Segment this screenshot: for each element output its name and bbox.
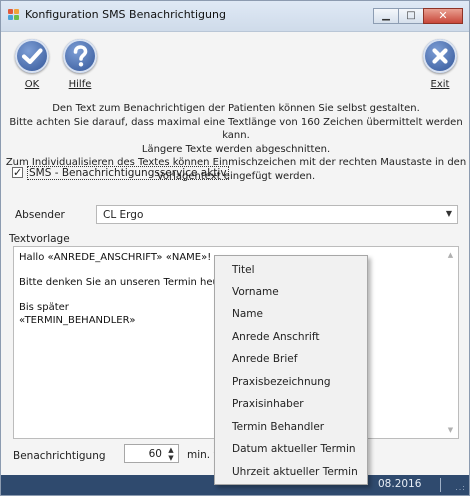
context-menu: Titel Vorname Name Anrede Anschrift Anre… (214, 255, 368, 485)
intro-line: Bitte achten Sie darauf, dass maximal ei… (9, 116, 463, 142)
benachrichtigung-value[interactable]: 60 (149, 448, 162, 460)
spin-arrows-icon[interactable]: ▲ ▼ (166, 446, 176, 462)
close-icon: ✕ (438, 9, 448, 22)
sms-service-checkbox[interactable]: ✓ (12, 167, 23, 178)
status-date: 08.2016 (378, 478, 422, 490)
chevron-down-icon[interactable]: ▼ (446, 209, 452, 218)
config-window: Konfiguration SMS Benachrichtigung ▁ □ ✕… (0, 0, 470, 496)
textvorlage-label: Textvorlage (9, 233, 70, 245)
benachrichtigung-label: Benachrichtigung (13, 450, 106, 462)
minimize-button[interactable]: ▁ (373, 8, 399, 24)
menu-item-termin-behandler[interactable]: Termin Behandler (215, 416, 367, 438)
exit-button[interactable]: Exit (416, 37, 464, 95)
close-window-button[interactable]: ✕ (423, 8, 463, 24)
menu-item-uhrzeit-aktueller-termin[interactable]: Uhrzeit aktueller Termin (215, 461, 367, 483)
minimize-icon: ▁ (382, 10, 390, 21)
toolbar: OK Hilfe Exit (1, 32, 469, 96)
benachrichtigung-stepper[interactable]: 60 ▲ ▼ (124, 444, 179, 463)
help-button[interactable]: Hilfe (56, 37, 104, 95)
ok-button[interactable]: OK (8, 37, 56, 95)
status-divider (440, 478, 441, 492)
menu-item-name[interactable]: Name (215, 303, 367, 325)
window-title: Konfiguration SMS Benachrichtigung (25, 8, 226, 21)
menu-item-anrede-brief[interactable]: Anrede Brief (215, 348, 367, 370)
sms-service-label[interactable]: SMS - Benachrichtigungsservice aktiv (27, 166, 229, 180)
absender-label: Absender (15, 209, 65, 221)
ok-label: OK (24, 79, 40, 90)
textvorlage-scrollbar[interactable]: ▲ ▼ (443, 247, 458, 438)
maximize-icon: □ (406, 10, 416, 21)
menu-item-anrede-anschrift[interactable]: Anrede Anschrift (215, 326, 367, 348)
absender-value: CL Ergo (103, 209, 144, 221)
scroll-down-icon[interactable]: ▼ (443, 426, 458, 434)
title-bar: Konfiguration SMS Benachrichtigung ▁ □ ✕ (1, 1, 469, 32)
menu-item-titel[interactable]: Titel (215, 259, 367, 281)
intro-line: Längere Texte werden abgeschnitten. (141, 143, 331, 155)
intro-line: Den Text zum Benachrichtigen der Patient… (52, 103, 420, 114)
help-label: Hilfe (68, 79, 92, 90)
maximize-button[interactable]: □ (398, 8, 424, 24)
menu-item-praxisbezeichnung[interactable]: Praxisbezeichnung (215, 371, 367, 393)
check-icon (15, 39, 49, 73)
absender-dropdown[interactable]: CL Ergo ▼ (96, 205, 458, 224)
menu-item-vorname[interactable]: Vorname (215, 281, 367, 303)
close-icon (423, 39, 457, 73)
textvorlage-content[interactable]: Hallo «ANREDE_ANSCHRIFT» «NAME»! Bitte d… (19, 252, 223, 327)
help-icon (63, 39, 97, 73)
app-icon (8, 9, 20, 21)
menu-item-praxisinhaber[interactable]: Praxisinhaber (215, 393, 367, 415)
scroll-up-icon[interactable]: ▲ (443, 251, 458, 259)
menu-item-datum-aktueller-termin[interactable]: Datum aktueller Termin (215, 438, 367, 460)
resize-grip-icon[interactable]: ..: (455, 483, 466, 492)
exit-label: Exit (430, 79, 450, 90)
